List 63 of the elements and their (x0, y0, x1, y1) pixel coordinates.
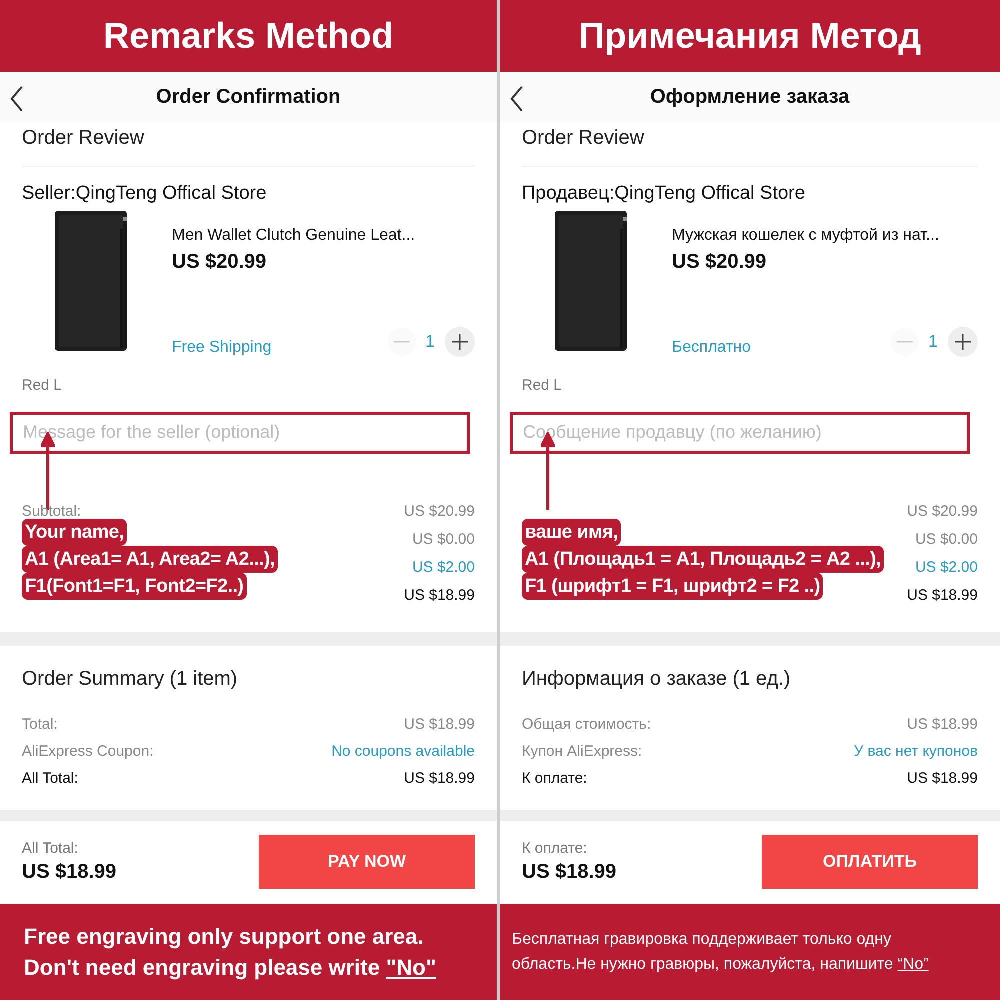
annotation-text: A1 (Площадь1 = A1, Площадь2 = A2 ...), (522, 546, 884, 573)
screen-title: Order Confirmation (156, 86, 341, 109)
footer-note: область.Не нужно гравюры, пожалуйста, напишите “No” (512, 954, 930, 975)
annotation-text: F1(Font1=F1, Font2=F2..) (22, 572, 247, 600)
banner-title: Примечания Метод (578, 14, 922, 57)
screen-title: Оформление заказа (650, 86, 850, 109)
section-title: Order Summary (1 item) (22, 666, 239, 692)
banner-title: Remarks Method (103, 14, 394, 57)
plus-icon[interactable] (948, 326, 978, 357)
seller-name: Seller:QingTeng Offical Store (22, 182, 268, 205)
annotation-text: F1 (шрифт1 = F1, шрифт2 = F2 ..) (522, 572, 824, 600)
row-value: US $20.99 (907, 503, 978, 520)
row-label: К оплате: (522, 770, 588, 787)
quantity-value: 1 (928, 332, 938, 352)
row-value: US $18.99 (404, 587, 475, 604)
total-label: К оплате: (522, 840, 588, 858)
row-value[interactable]: У вас нет купонов (854, 742, 978, 760)
product-price: US $20.99 (172, 250, 268, 274)
row-label: Общая стоимость: (522, 716, 652, 733)
message-field[interactable]: Сообщение продавцу (по желанию) (510, 412, 970, 454)
row-label: All Total: (22, 770, 78, 787)
row-label: Subtotal: (22, 503, 82, 520)
row-value: US $2.00 (915, 559, 978, 576)
row-value: US $0.00 (412, 531, 475, 548)
row-value: US $18.99 (404, 716, 475, 733)
total-amount: US $18.99 (22, 861, 117, 884)
row-label: AliExpress Coupon: (22, 742, 154, 760)
pay-button[interactable]: ОПЛАТИТЬ (762, 835, 978, 890)
row-value: US $18.99 (907, 770, 978, 787)
message-field[interactable]: Message for the seller (optional) (10, 412, 470, 454)
annotation-text: ваше имя, (522, 518, 622, 546)
row-value: US $18.99 (907, 587, 978, 604)
seller-name: Продавец:QingTeng Offical Store (522, 182, 806, 205)
row-value: US $0.00 (915, 531, 978, 548)
total-label: All Total: (22, 840, 80, 858)
shipping-label: Free Shipping (172, 338, 272, 357)
row-value: US $18.99 (404, 770, 475, 787)
pay-button[interactable]: PAY NOW (259, 835, 475, 890)
row-label: Total: (22, 716, 58, 733)
back-icon[interactable] (510, 86, 524, 112)
total-amount: US $18.99 (522, 861, 617, 884)
row-value: US $2.00 (412, 559, 475, 576)
annotation-text: Your name, (22, 518, 128, 546)
annotation-text: A1 (Area1= A1, Area2= A2...), (22, 546, 278, 573)
product-title[interactable]: Men Wallet Clutch Genuine Leat... (172, 226, 475, 245)
section-title: Order Review (522, 122, 978, 167)
footer-note: Don't need engraving please write "No" (24, 954, 438, 982)
plus-icon[interactable] (445, 326, 475, 357)
footer-note: Free engraving only support one area. (24, 922, 425, 951)
section-title: Информация о заказе (1 ед.) (522, 666, 792, 692)
section-title: Order Review (22, 122, 475, 167)
quantity-value: 1 (426, 332, 435, 352)
footer-note: Бесплатная гравировка поддерживает только одну (512, 930, 892, 950)
variant-label: Red L (522, 376, 564, 394)
product-title[interactable]: Мужская кошелек с муфтой из нат... (672, 226, 978, 245)
product-price: US $20.99 (672, 250, 768, 274)
back-icon[interactable] (10, 86, 24, 112)
row-value: US $18.99 (907, 716, 978, 733)
row-value: US $20.99 (404, 503, 475, 520)
shipping-label: Бесплатно (672, 338, 752, 357)
row-value[interactable]: No coupons available (332, 742, 475, 760)
variant-label: Red L (22, 376, 64, 394)
row-label: Купон AliExpress: (522, 742, 642, 760)
